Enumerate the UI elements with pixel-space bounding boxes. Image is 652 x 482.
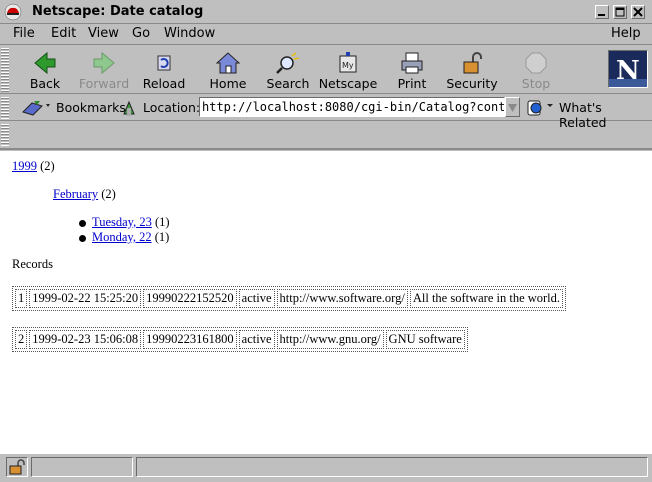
print-button[interactable]: Print <box>380 48 444 92</box>
menu-window[interactable]: Window <box>164 26 215 41</box>
stop-icon <box>525 52 547 74</box>
record-date: 1999-02-23 15:06:08 <box>29 330 142 349</box>
year-entry: 1999 (2) <box>12 159 55 174</box>
bookmarks-icon[interactable] <box>20 98 52 118</box>
menu-view[interactable]: View <box>88 26 119 41</box>
search-button[interactable]: Search <box>256 48 320 92</box>
minimize-button[interactable] <box>595 5 609 19</box>
month-entry: February (2) <box>53 187 116 202</box>
redhat-logo-icon[interactable] <box>4 3 22 21</box>
forward-button[interactable]: Forward <box>72 48 136 92</box>
record-description: All the software in the world. <box>409 289 564 308</box>
bookmarks-label[interactable]: Bookmarks <box>56 100 126 115</box>
close-icon <box>633 7 643 17</box>
search-icon <box>276 52 300 74</box>
page-content: 1999 (2) February (2) Tuesday, 23 (1) Mo… <box>0 151 652 453</box>
minimize-icon <box>598 14 605 16</box>
padlock-icon <box>9 459 25 475</box>
reload-label: Reload <box>142 76 186 91</box>
maximize-icon <box>615 7 625 17</box>
chevron-down-icon <box>508 104 517 112</box>
window-title: Netscape: Date catalog <box>32 4 204 19</box>
month-link[interactable]: February <box>53 187 98 201</box>
netscape-button[interactable]: My Netscape <box>316 48 380 92</box>
location-page-icon <box>123 100 135 116</box>
record-date: 1999-02-22 15:25:20 <box>29 289 142 308</box>
bullet-icon <box>79 219 86 227</box>
stop-label: Stop <box>521 76 551 91</box>
day-link[interactable]: Monday, 22 <box>92 230 152 244</box>
bullet-icon <box>79 234 86 242</box>
day-count: (1) <box>154 230 170 244</box>
record-stamp: 19990222152520 <box>143 289 237 308</box>
record-url: http://www.gnu.org/ <box>276 330 384 349</box>
record-id: 2 <box>15 330 28 349</box>
my-netscape-icon: My <box>339 52 357 73</box>
record-status: active <box>238 330 275 349</box>
menu-edit[interactable]: Edit <box>51 26 76 41</box>
toolbar-grip[interactable] <box>1 48 9 92</box>
navigation-toolbar: Back Forward Reload Home Search My Netsc… <box>0 46 652 94</box>
record-table: 2 1999-02-23 15:06:08 19990223161800 act… <box>12 327 468 352</box>
stop-button[interactable]: Stop <box>504 48 568 92</box>
security-button[interactable]: Security <box>440 48 504 92</box>
menu-help[interactable]: Help <box>611 26 641 41</box>
back-label: Back <box>29 76 61 91</box>
svg-text:N: N <box>616 56 640 86</box>
location-grip[interactable] <box>1 97 9 119</box>
day-link[interactable]: Tuesday, 23 <box>92 215 152 229</box>
whats-related-icon[interactable] <box>525 98 555 118</box>
record-description: GNU software <box>385 330 465 349</box>
security-status-button[interactable] <box>6 457 28 477</box>
maximize-button[interactable] <box>613 5 627 19</box>
record-url: http://www.software.org/ <box>276 289 408 308</box>
forward-arrow-icon <box>93 51 115 75</box>
location-label: Location: <box>143 100 201 115</box>
svg-text:My: My <box>342 61 354 70</box>
padlock-icon <box>463 52 482 74</box>
menu-go[interactable]: Go <box>132 26 150 41</box>
title-bar: Netscape: Date catalog <box>0 0 652 24</box>
reload-icon <box>157 55 171 71</box>
table-row: 2 1999-02-23 15:06:08 19990223161800 act… <box>15 330 465 349</box>
printer-icon <box>401 52 423 74</box>
print-label: Print <box>397 76 427 91</box>
netscape-n-icon: N <box>609 56 647 87</box>
forward-label: Forward <box>78 76 130 91</box>
home-icon <box>215 52 241 74</box>
url-dropdown[interactable] <box>505 97 520 117</box>
security-label: Security <box>446 76 498 91</box>
day-list-item: Monday, 22 (1) <box>79 230 169 245</box>
url-input[interactable]: http://localhost:8080/cgi-bin/Catalog?co… <box>199 97 505 117</box>
search-label: Search <box>266 76 310 91</box>
record-status: active <box>238 289 275 308</box>
year-count: (2) <box>40 159 55 173</box>
menu-bar: File Edit View Go Window Help <box>0 24 652 45</box>
back-arrow-icon <box>34 51 56 75</box>
location-toolbar: Bookmarks Location: http://localhost:808… <box>0 95 652 130</box>
close-button[interactable] <box>631 5 645 19</box>
year-link[interactable]: 1999 <box>12 159 37 173</box>
record-stamp: 19990223161800 <box>143 330 237 349</box>
menu-file[interactable]: File <box>13 26 35 41</box>
record-table: 1 1999-02-22 15:25:20 19990222152520 act… <box>12 286 567 311</box>
progress-bar <box>31 457 133 477</box>
reload-button[interactable]: Reload <box>132 48 196 92</box>
status-bar <box>0 453 652 482</box>
netscape-throbber-logo[interactable]: N <box>608 50 648 88</box>
home-button[interactable]: Home <box>196 48 260 92</box>
personal-grip[interactable] <box>1 124 9 146</box>
personal-toolbar <box>0 122 652 150</box>
home-label: Home <box>209 76 247 91</box>
record-id: 1 <box>15 289 28 308</box>
day-count: (1) <box>154 215 170 229</box>
table-row: 1 1999-02-22 15:25:20 19990222152520 act… <box>15 289 564 308</box>
day-list-item: Tuesday, 23 (1) <box>79 215 170 230</box>
status-text <box>136 457 648 477</box>
month-count: (2) <box>101 187 116 201</box>
records-heading: Records <box>12 257 53 271</box>
netscape-label: Netscape <box>318 76 378 91</box>
back-button[interactable]: Back <box>13 48 77 92</box>
